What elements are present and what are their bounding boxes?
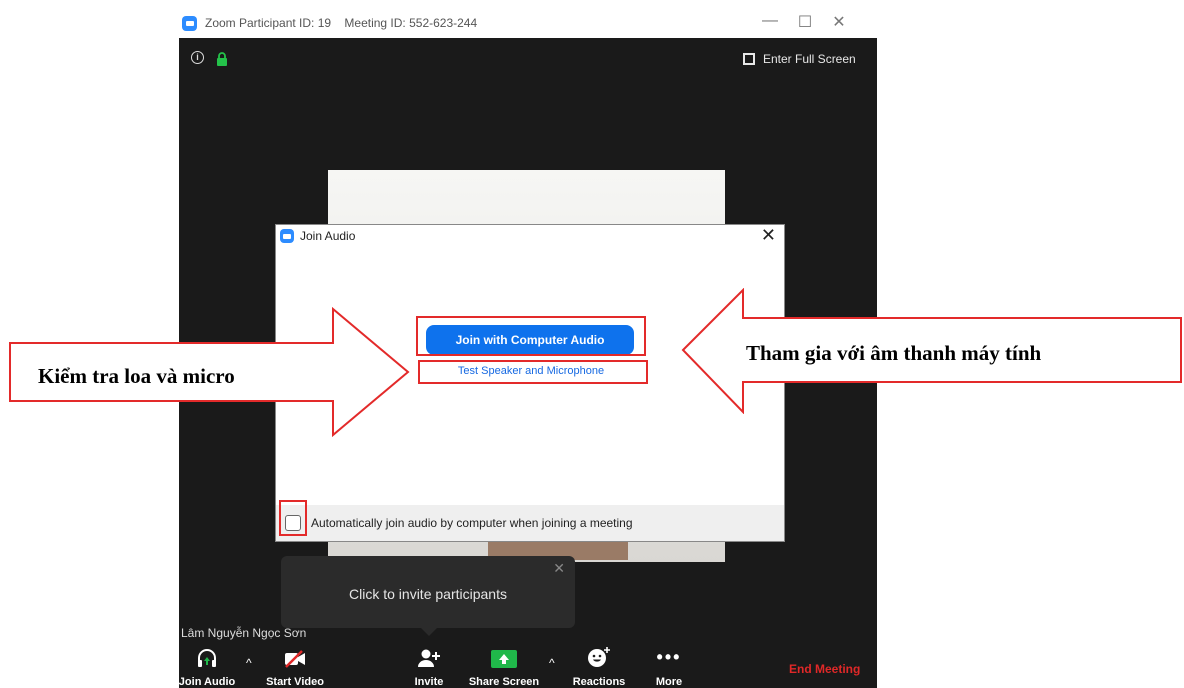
- tooltip-text: Click to invite participants: [349, 586, 507, 602]
- reactions-label: Reactions: [572, 676, 626, 688]
- reactions-button[interactable]: Reactions: [570, 642, 628, 688]
- highlight-checkbox: [279, 500, 307, 536]
- more-button[interactable]: ••• More: [651, 642, 687, 688]
- minimize-icon[interactable]: —: [758, 12, 782, 30]
- dialog-footer: Automatically join audio by computer whe…: [276, 505, 784, 541]
- join-audio-button[interactable]: Join Audio: [179, 642, 235, 688]
- reactions-icon: [587, 642, 611, 668]
- video-off-icon: [283, 642, 307, 668]
- join-audio-label: Join Audio: [179, 676, 236, 688]
- title-bar: Zoom Participant ID: 19 Meeting ID: 552-…: [179, 8, 877, 38]
- auto-join-label: Automatically join audio by computer whe…: [311, 516, 633, 530]
- invite-label: Invite: [414, 676, 444, 688]
- lock-icon[interactable]: [216, 52, 228, 66]
- meeting-id: Meeting ID: 552-623-244: [344, 16, 478, 30]
- headphones-icon: [196, 642, 218, 668]
- meeting-toolbar: Join Audio ^ Start Video Invite Share Sc…: [179, 642, 877, 688]
- tooltip-pointer: [421, 628, 437, 636]
- tooltip-close-icon[interactable]: ✕: [553, 560, 565, 577]
- more-label: More: [655, 676, 683, 688]
- share-screen-button[interactable]: Share Screen: [467, 642, 541, 688]
- end-meeting-button[interactable]: End Meeting: [789, 662, 860, 676]
- more-icon: •••: [656, 647, 682, 667]
- fullscreen-icon: [743, 53, 755, 65]
- maximize-icon[interactable]: ☐: [793, 12, 817, 32]
- highlight-join-button: [416, 316, 646, 356]
- dialog-close-icon[interactable]: ✕: [761, 225, 776, 246]
- share-screen-label: Share Screen: [468, 676, 540, 688]
- full-screen-label: Enter Full Screen: [763, 52, 856, 66]
- invite-tooltip: Click to invite participants ✕: [281, 556, 575, 636]
- close-window-icon[interactable]: ✕: [827, 12, 851, 32]
- highlight-test-link: [418, 360, 648, 384]
- add-participant-icon: [417, 642, 441, 668]
- zoom-logo-icon: [280, 229, 294, 243]
- window-title: Zoom Participant ID: 19 Meeting ID: 552-…: [205, 16, 487, 30]
- right-annotation-text: Tham gia với âm thanh máy tính: [746, 341, 1042, 365]
- start-video-button[interactable]: Start Video: [265, 642, 325, 688]
- dialog-title: Join Audio: [300, 229, 356, 243]
- info-icon[interactable]: i: [191, 51, 204, 64]
- enter-full-screen-button[interactable]: Enter Full Screen: [743, 48, 856, 70]
- share-options-caret-icon[interactable]: ^: [549, 656, 555, 670]
- share-screen-icon: [491, 642, 517, 668]
- dialog-title-bar: Join Audio: [280, 229, 355, 243]
- participant-id: Zoom Participant ID: 19: [205, 16, 332, 30]
- invite-button[interactable]: Invite: [411, 642, 447, 688]
- start-video-label: Start Video: [266, 676, 324, 688]
- left-annotation-text: Kiểm tra loa và micro: [38, 364, 235, 388]
- audio-options-caret-icon[interactable]: ^: [246, 656, 252, 670]
- zoom-logo-icon: [182, 15, 197, 31]
